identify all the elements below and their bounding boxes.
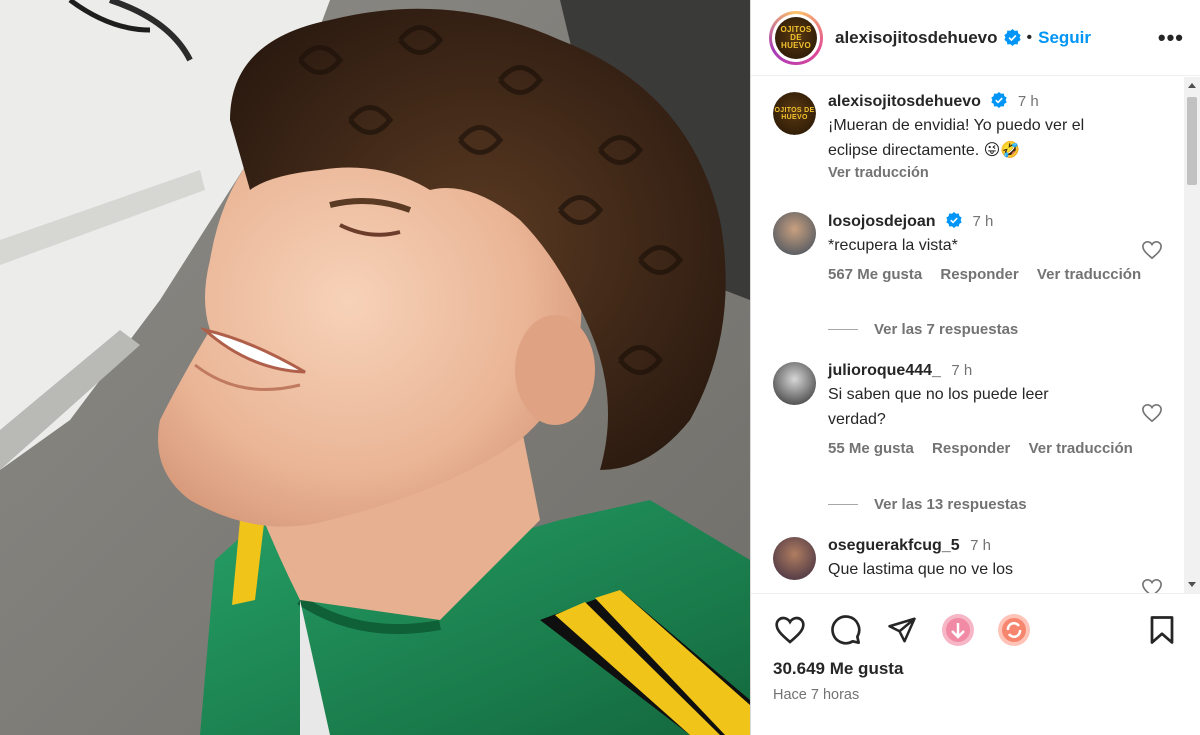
reply-button[interactable]: Responder (932, 440, 1010, 457)
replies-divider (828, 329, 858, 330)
caption-avatar-text: OJITOS DE HUEVO (774, 106, 815, 121)
comment-username[interactable]: oseguerakfcug_5 (828, 537, 960, 554)
remix-button[interactable] (997, 613, 1031, 647)
author-avatar[interactable]: OJITOS DE HUEVO (769, 10, 823, 65)
view-replies-label: Ver las 7 respuestas (874, 321, 1019, 338)
caption-username[interactable]: alexisojitosdehuevo (828, 93, 981, 110)
caption-avatar-logo: OJITOS DE HUEVO (773, 92, 816, 135)
header-separator: • (1026, 28, 1033, 46)
comment-avatar[interactable] (773, 537, 816, 580)
comment-text: Que lastima que no ve los (828, 561, 1013, 578)
comment-text: Si saben que no los puede leer verdad? (828, 386, 1049, 428)
like-button[interactable] (773, 613, 807, 647)
replies-divider (828, 504, 858, 505)
comment-avatar[interactable] (773, 212, 816, 255)
verified-icon (1003, 29, 1021, 46)
like-count[interactable]: 30.649 Me gusta (773, 659, 1179, 679)
comment-like-icon[interactable] (1141, 403, 1163, 423)
more-options-icon[interactable]: ••• (1158, 25, 1184, 51)
caption-time[interactable]: 7 h (1018, 93, 1039, 110)
comment-button[interactable] (829, 613, 863, 647)
comment-likes[interactable]: 55 Me gusta (828, 440, 914, 457)
author-avatar-logo: OJITOS DE HUEVO (775, 16, 817, 59)
like-icon (775, 616, 805, 644)
comments-list: OJITOS DE HUEVO alexisojitosdehuevo 7 h … (751, 77, 1185, 593)
sticker-icon (942, 614, 974, 646)
bookmark-icon (1150, 616, 1174, 644)
scrollbar-thumb[interactable] (1187, 97, 1197, 185)
author-username[interactable]: alexisojitosdehuevo (835, 28, 998, 48)
share-button[interactable] (885, 613, 919, 647)
comment-likes[interactable]: 567 Me gusta (828, 266, 922, 283)
verified-icon (991, 92, 1008, 108)
caption-text: ¡Mueran de envidia! Yo puedo ver el ecli… (828, 117, 1085, 159)
comment-meta: 567 Me gusta Responder Ver traducción (828, 266, 1173, 283)
comment-time[interactable]: 7 h (970, 537, 991, 554)
avatar-logo-text: OJITOS DE HUEVO (780, 24, 812, 50)
sticker-button[interactable] (941, 613, 975, 647)
comment-time[interactable]: 7 h (951, 362, 972, 379)
comment-time[interactable]: 7 h (972, 213, 993, 230)
caption: OJITOS DE HUEVO alexisojitosdehuevo 7 h … (773, 92, 1173, 181)
view-replies-label: Ver las 13 respuestas (874, 496, 1027, 513)
comment-icon (831, 615, 861, 645)
comment-meta: 55 Me gusta Responder Ver traducción (828, 440, 1173, 457)
save-button[interactable] (1145, 613, 1179, 647)
action-icons (773, 594, 1179, 666)
comment-item: losojosdejoan 7 h *recupera la vista* 56… (773, 212, 1173, 283)
comment-username[interactable]: julioroque444_ (828, 362, 941, 379)
instagram-post-modal: OJITOS DE HUEVO alexisojitosdehuevo • Se… (0, 0, 1200, 735)
translate-link[interactable]: Ver traducción (1029, 440, 1133, 457)
caption-translate-link[interactable]: Ver traducción (828, 165, 1173, 181)
post-header: OJITOS DE HUEVO alexisojitosdehuevo • Se… (751, 0, 1200, 76)
comment-like-icon[interactable] (1141, 240, 1163, 260)
scroll-up-icon[interactable] (1188, 83, 1196, 88)
comment-text: *recupera la vista* (828, 237, 958, 254)
view-replies-button[interactable]: Ver las 7 respuestas (828, 321, 1018, 338)
verified-icon (946, 212, 962, 228)
comments-scrollbar[interactable] (1184, 77, 1200, 593)
comment-like-icon[interactable] (1141, 578, 1163, 593)
remix-icon (998, 614, 1030, 646)
comment-item: oseguerakfcug_5 7 h Que lastima que no v… (773, 537, 1173, 593)
scroll-down-icon[interactable] (1188, 582, 1196, 587)
post-photo-image (0, 0, 750, 735)
comment-item: julioroque444_ 7 h Si saben que no los p… (773, 362, 1173, 457)
translate-link[interactable]: Ver traducción (1037, 266, 1141, 283)
post-photo[interactable] (0, 0, 750, 735)
post-timestamp[interactable]: Hace 7 horas (773, 687, 1179, 703)
post-details-panel: OJITOS DE HUEVO alexisojitosdehuevo • Se… (750, 0, 1200, 735)
caption-avatar[interactable]: OJITOS DE HUEVO (773, 92, 816, 135)
post-actions: 30.649 Me gusta Hace 7 horas (751, 593, 1200, 735)
comment-avatar[interactable] (773, 362, 816, 405)
share-icon (888, 617, 916, 643)
reply-button[interactable]: Responder (940, 266, 1018, 283)
comment-username[interactable]: losojosdejoan (828, 213, 936, 230)
follow-button[interactable]: Seguir (1038, 28, 1091, 48)
view-replies-button[interactable]: Ver las 13 respuestas (828, 496, 1027, 513)
